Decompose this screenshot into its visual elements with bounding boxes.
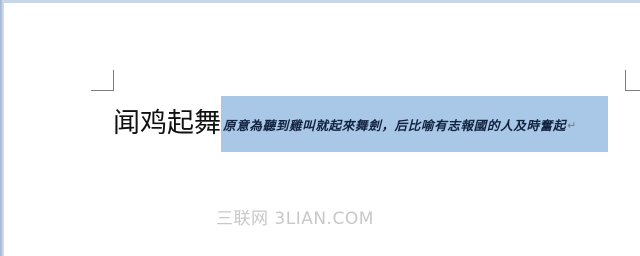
word-document-window: 闻鸡起舞 原意為聽到雞叫就起來舞劍，后比喻有志報國的人及時奮起 ↵ 三联网 3L… (0, 0, 640, 256)
watermark: 三联网 3LIAN.COM (216, 209, 374, 229)
selected-text[interactable]: 原意為聽到雞叫就起來舞劍，后比喻有志報國的人及時奮起 (223, 115, 566, 134)
paragraph-mark-icon: ↵ (567, 118, 577, 132)
heading-text[interactable]: 闻鸡起舞 (113, 96, 221, 152)
text-selection-highlight[interactable]: 原意為聽到雞叫就起來舞劍，后比喻有志報國的人及時奮起 ↵ (221, 96, 608, 152)
document-text-line[interactable]: 闻鸡起舞 原意為聽到雞叫就起來舞劍，后比喻有志報國的人及時奮起 ↵ (113, 96, 640, 152)
margin-corner-top-left (91, 70, 114, 91)
margin-corner-top-right (625, 70, 640, 91)
